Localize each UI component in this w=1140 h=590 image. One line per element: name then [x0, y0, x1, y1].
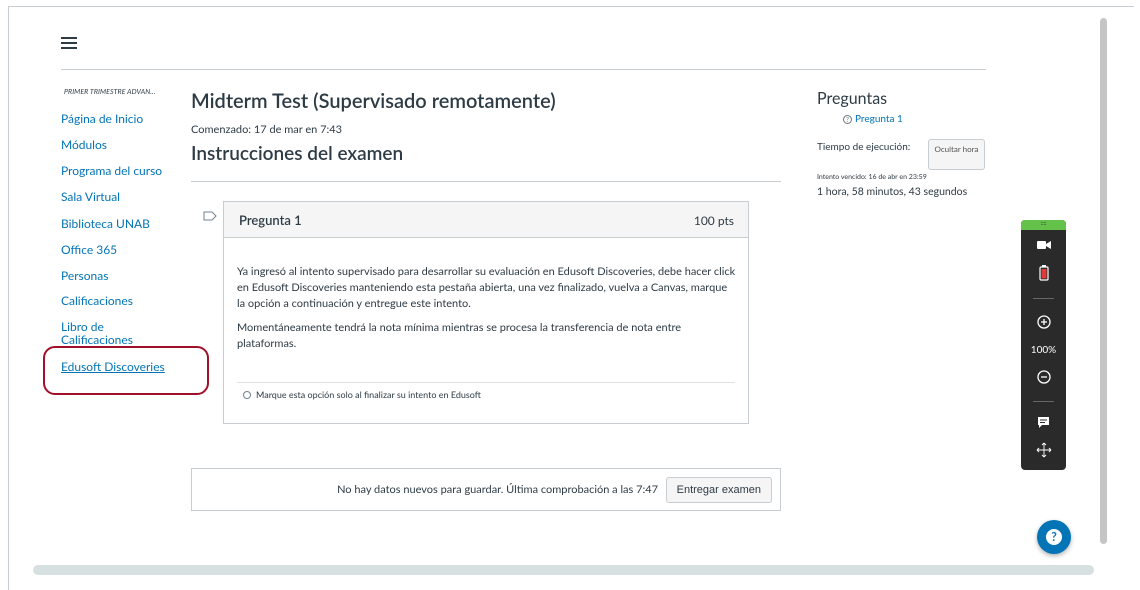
attempt-due: Intento vencido: 16 de abr en 23:59 — [817, 173, 927, 181]
quiz-start-time: Comenzado: 17 de mar en 7:43 — [191, 123, 342, 136]
nav-item-home[interactable]: Página de Inicio — [61, 112, 143, 125]
horizontal-scrollbar[interactable] — [33, 565, 1094, 575]
answer-radio[interactable] — [243, 390, 251, 399]
question-card: Pregunta 1 100 pts Ya ingresó al intento… — [223, 201, 749, 424]
nav-item-office365[interactable]: Office 365 — [61, 243, 117, 256]
camera-icon[interactable] — [1021, 240, 1066, 250]
battery-icon — [1021, 265, 1066, 281]
question-name: Pregunta 1 — [239, 212, 302, 228]
answer-option[interactable]: Marque esta opción solo al finalizar su … — [243, 389, 481, 400]
toolbar-grip[interactable]: :::: — [1021, 220, 1066, 230]
answer-label: Marque esta opción solo al finalizar su … — [256, 389, 481, 400]
nav-item-library[interactable]: Biblioteca UNAB — [61, 217, 150, 230]
grip-dots: :::: — [1040, 220, 1047, 227]
submit-bar: No hay datos nuevos para guardar. Última… — [191, 468, 781, 511]
page-title: Midterm Test (Supervisado remotamente) — [191, 89, 556, 113]
annotation-highlight — [43, 346, 209, 395]
nav-item-modules[interactable]: Módulos — [61, 138, 107, 151]
answer-divider — [237, 382, 735, 383]
question-text: Ya ingresó al intento supervisado para d… — [237, 264, 737, 360]
question-header: Pregunta 1 100 pts — [224, 202, 748, 238]
proctor-toolbar: :::: 100% — [1021, 220, 1066, 470]
nav-item-people[interactable]: Personas — [61, 269, 108, 282]
question-paragraph: Ya ingresó al intento supervisado para d… — [237, 265, 736, 310]
vertical-scroll-thumb[interactable] — [1100, 18, 1107, 544]
course-breadcrumb[interactable]: PRIMER TRIMESTRE ADVAN... — [64, 88, 156, 96]
move-icon[interactable] — [1021, 442, 1066, 458]
zoom-level: 100% — [1030, 344, 1057, 356]
timer-value: 1 hora, 58 minutos, 43 segundos — [817, 186, 968, 198]
questions-sidebar-title: Preguntas — [817, 89, 888, 108]
toolbar-divider — [1033, 298, 1054, 299]
submit-quiz-button[interactable]: Entregar examen — [665, 477, 772, 503]
zoom-out-icon[interactable] — [1021, 370, 1066, 384]
flag-question-icon[interactable] — [203, 211, 217, 221]
toolbar-divider — [1033, 401, 1054, 402]
nav-item-grades[interactable]: Calificaciones — [61, 294, 133, 307]
question-nav-link[interactable]: ? Pregunta 1 — [843, 113, 903, 125]
header-divider — [61, 69, 986, 70]
autosave-status: No hay datos nuevos para guardar. Última… — [337, 483, 658, 496]
question-mark-icon: ? — [843, 114, 852, 124]
help-button[interactable]: ? — [1037, 520, 1071, 554]
hide-timer-button[interactable]: Ocultar hora — [928, 139, 985, 170]
chat-icon[interactable] — [1021, 416, 1066, 429]
nav-item-virtual-room[interactable]: Sala Virtual — [61, 190, 120, 203]
question-paragraph: Momentáneamente tendrá la nota mínima mi… — [237, 321, 682, 350]
instructions-divider — [191, 181, 781, 182]
zoom-in-icon[interactable] — [1021, 315, 1066, 329]
menu-icon[interactable] — [61, 37, 77, 49]
timer-label: Tiempo de ejecución: — [817, 141, 911, 153]
instructions-heading: Instrucciones del examen — [191, 142, 404, 165]
question-points: 100 pts — [693, 213, 734, 228]
nav-item-syllabus[interactable]: Programa del curso — [61, 164, 162, 177]
help-icon: ? — [1046, 529, 1062, 545]
nav-item-gradebook[interactable]: Libro de Calificaciones — [61, 320, 146, 346]
question-nav-label[interactable]: Pregunta 1 — [855, 113, 903, 125]
